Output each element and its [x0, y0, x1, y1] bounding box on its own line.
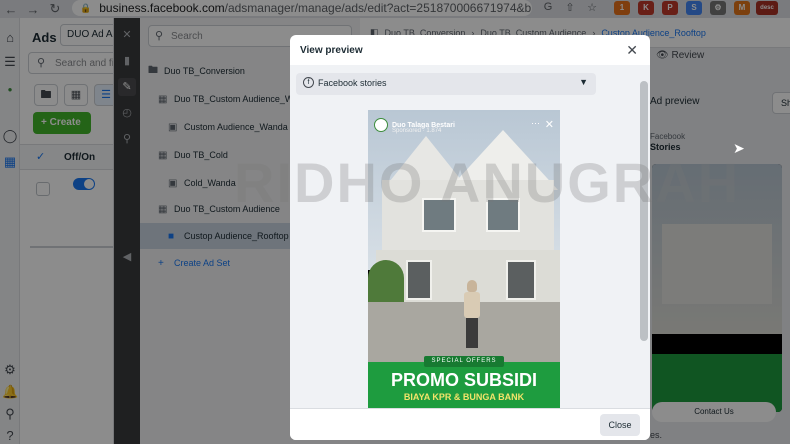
modal-footer: Close — [290, 408, 650, 440]
promo-title: PROMO SUBSIDI — [390, 370, 537, 390]
caret-down-icon: ▼ — [579, 77, 588, 87]
house-door — [406, 260, 432, 300]
story-sponsored: Sponsored · 1.874 — [392, 128, 442, 134]
placement-select[interactable]: f Facebook stories ▼ — [296, 73, 596, 95]
watermark: RIDHO ANUGRAH — [234, 151, 741, 214]
close-icon[interactable]: ✕ — [626, 42, 638, 59]
house-door — [506, 260, 536, 300]
person-figure — [463, 280, 481, 350]
mouse-cursor-icon: ➤ — [733, 140, 745, 156]
modal-title: View preview — [300, 45, 363, 56]
more-icon[interactable]: ⋯ — [531, 118, 540, 129]
facebook-icon: f — [303, 77, 314, 88]
promo-subtitle: BIAYA KPR & BUNGA BANK — [403, 392, 525, 402]
view-preview-modal: View preview ✕ f Facebook stories ▼ Duo … — [290, 35, 650, 440]
placement-select-value: Facebook stories — [318, 78, 387, 88]
close-button[interactable]: Close — [600, 414, 640, 436]
promo-banner: SPECIAL OFFERS PROMO SUBSIDI BIAYA KPR &… — [368, 356, 560, 410]
special-offers-label: SPECIAL OFFERS — [424, 356, 504, 367]
page-logo-icon — [374, 118, 388, 132]
story-close-icon[interactable]: ✕ — [545, 118, 554, 131]
